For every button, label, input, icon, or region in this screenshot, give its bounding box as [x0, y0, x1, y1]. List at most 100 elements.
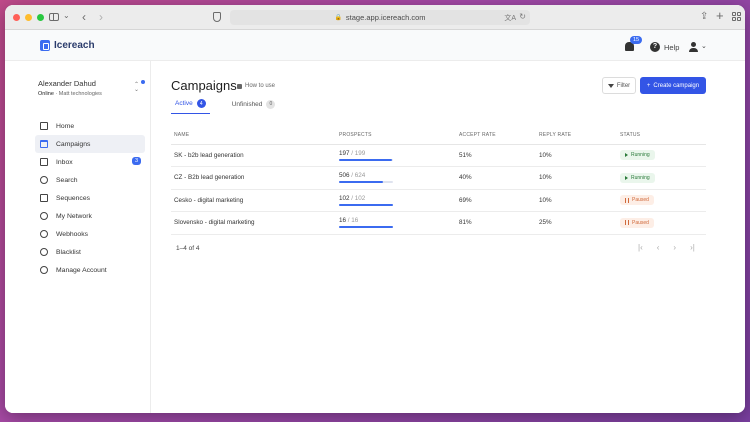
create-campaign-button[interactable]: + Create campaign	[640, 77, 706, 94]
forward-arrow-icon[interactable]: ›	[99, 10, 103, 24]
close-window-button[interactable]	[13, 13, 20, 21]
reply-rate: 10%	[539, 189, 620, 212]
reload-icon[interactable]: ↻	[519, 12, 526, 21]
progress-fill	[339, 181, 383, 184]
previous-page-icon[interactable]: ‹	[657, 243, 660, 252]
sidebar-item-webhooks[interactable]: Webhooks	[35, 225, 145, 243]
campaign-name[interactable]: CZ - B2b lead generation	[171, 166, 339, 190]
sidebar-item-label: My Network	[56, 212, 92, 220]
back-arrow-icon[interactable]: ‹	[82, 10, 86, 24]
logo-text: Icereach	[54, 40, 95, 51]
sidebar-item-sequences[interactable]: Sequences	[35, 189, 145, 207]
user-icon[interactable]	[688, 42, 699, 52]
column-header-accept-rate[interactable]: ACCEPT RATE	[459, 126, 539, 145]
sidebar: Alexander Dahud Online · Matt technologi…	[5, 61, 151, 413]
translate-icon[interactable]: 文A	[504, 13, 516, 23]
new-tab-icon[interactable]: +	[716, 8, 724, 23]
share-icon[interactable]: ⇪	[700, 11, 708, 22]
play-icon	[625, 153, 628, 158]
pagination-range: 1–4 of 4	[176, 245, 200, 252]
column-header-prospects[interactable]: PROSPECTS	[339, 126, 459, 145]
prospects-text: 102 / 102	[339, 195, 459, 202]
accept-rate: 40%	[459, 166, 539, 190]
app-logo[interactable]: Icereach	[40, 40, 95, 51]
column-header-reply-rate[interactable]: REPLY RATE	[539, 126, 620, 145]
shield-icon[interactable]	[213, 12, 221, 22]
filter-icon	[607, 83, 614, 88]
status-badge[interactable]: Paused	[620, 195, 654, 206]
column-header-status[interactable]: STATUS	[620, 126, 706, 145]
sidebar-item-label: Webhooks	[56, 230, 88, 238]
prospects-total: / 624	[351, 172, 366, 180]
browser-toolbar: ⌄ ‹ › 🔒 stage.app.icereach.com 文A ↻ ⇪ +	[5, 5, 745, 30]
sidebar-item-manage-account[interactable]: Manage Account	[35, 261, 145, 279]
tab-overview-icon[interactable]	[732, 12, 741, 21]
tab-label: Active	[175, 100, 193, 107]
chevron-down-icon[interactable]: ⌄	[63, 11, 70, 20]
pause-icon	[625, 197, 629, 203]
profile-name[interactable]: Alexander Dahud	[38, 79, 96, 88]
sidebar-item-label: Home	[56, 122, 75, 130]
sidebar-item-campaigns[interactable]: Campaigns	[35, 135, 145, 153]
minimize-window-button[interactable]	[25, 13, 32, 21]
prospects-cell: 506 / 624	[339, 166, 459, 190]
last-page-icon[interactable]: ›|	[690, 243, 695, 252]
table-row[interactable]: Slovensko - digital marketing 16 / 16 81% 2…	[171, 211, 706, 235]
webhook-icon	[40, 230, 48, 238]
table-row[interactable]: Cesko - digital marketing 102 / 102 69% 10%…	[171, 189, 706, 212]
network-icon	[40, 212, 48, 220]
campaign-name[interactable]: Cesko - digital marketing	[171, 189, 339, 212]
home-icon	[40, 122, 48, 130]
sidebar-item-home[interactable]: Home	[35, 117, 145, 135]
sidebar-toggle-icon[interactable]	[49, 13, 59, 21]
table-row[interactable]: SK - b2b lead generation 197 / 199 51% 10% R…	[171, 144, 706, 167]
sidebar-item-label: Search	[56, 176, 78, 184]
status-label: Running	[631, 152, 650, 159]
prospects-cell: 197 / 199	[339, 144, 459, 167]
help-icon[interactable]: ?	[650, 42, 660, 52]
status-badge[interactable]: Running	[620, 150, 655, 161]
prospects-done: 197	[339, 149, 350, 157]
maximize-window-button[interactable]	[37, 13, 44, 21]
prospects-cell: 102 / 102	[339, 189, 459, 212]
status-cell: Running	[620, 144, 706, 167]
sidebar-item-label: Manage Account	[56, 266, 107, 274]
filter-button[interactable]: Filter	[602, 77, 636, 94]
tab-count-badge: 4	[196, 99, 206, 108]
reply-rate: 25%	[539, 211, 620, 235]
table-row[interactable]: CZ - B2b lead generation 506 / 624 40% 10% R…	[171, 166, 706, 190]
campaign-name[interactable]: SK - b2b lead generation	[171, 144, 339, 167]
browser-window: ⌄ ‹ › 🔒 stage.app.icereach.com 文A ↻ ⇪ + …	[5, 5, 745, 413]
campaign-name[interactable]: Slovensko - digital marketing	[171, 211, 339, 235]
filter-label: Filter	[616, 82, 631, 89]
progress-fill	[339, 226, 393, 229]
search-icon	[40, 176, 48, 184]
campaign-tabs: Active 4 Unfinished 0	[171, 99, 279, 114]
sidebar-item-inbox[interactable]: Inbox 3	[35, 153, 145, 171]
next-page-icon[interactable]: ›	[673, 243, 676, 252]
help-link[interactable]: Help	[664, 43, 679, 52]
tab-active[interactable]: Active 4	[171, 99, 210, 114]
profile-switch-icon[interactable]: ⌃ ⌄	[134, 82, 139, 93]
tab-unfinished[interactable]: Unfinished 0	[228, 99, 280, 114]
accept-rate: 51%	[459, 144, 539, 167]
sidebar-item-my-network[interactable]: My Network	[35, 207, 145, 225]
sidebar-item-blacklist[interactable]: Blacklist	[35, 243, 145, 261]
column-header-name[interactable]: NAME	[171, 126, 339, 145]
address-bar[interactable]: 🔒 stage.app.icereach.com 文A ↻	[230, 10, 530, 25]
prospects-done: 16	[339, 217, 347, 225]
prospects-text: 506 / 624	[339, 172, 459, 179]
plus-icon: +	[646, 82, 651, 89]
prospects-cell: 16 / 16	[339, 211, 459, 235]
sidebar-item-search[interactable]: Search	[35, 171, 145, 189]
status-badge[interactable]: Running	[620, 172, 655, 183]
tab-count-badge: 0	[266, 99, 276, 109]
inbox-count-badge: 3	[131, 157, 141, 165]
tab-label: Unfinished	[231, 100, 263, 108]
prospects-done: 102	[339, 194, 350, 202]
first-page-icon[interactable]: |‹	[638, 243, 643, 252]
how-to-use-link[interactable]: How to use	[237, 83, 275, 89]
list-icon	[40, 194, 48, 202]
status-badge[interactable]: Paused	[620, 217, 654, 228]
chevron-down-icon[interactable]: ⌄	[701, 42, 707, 50]
